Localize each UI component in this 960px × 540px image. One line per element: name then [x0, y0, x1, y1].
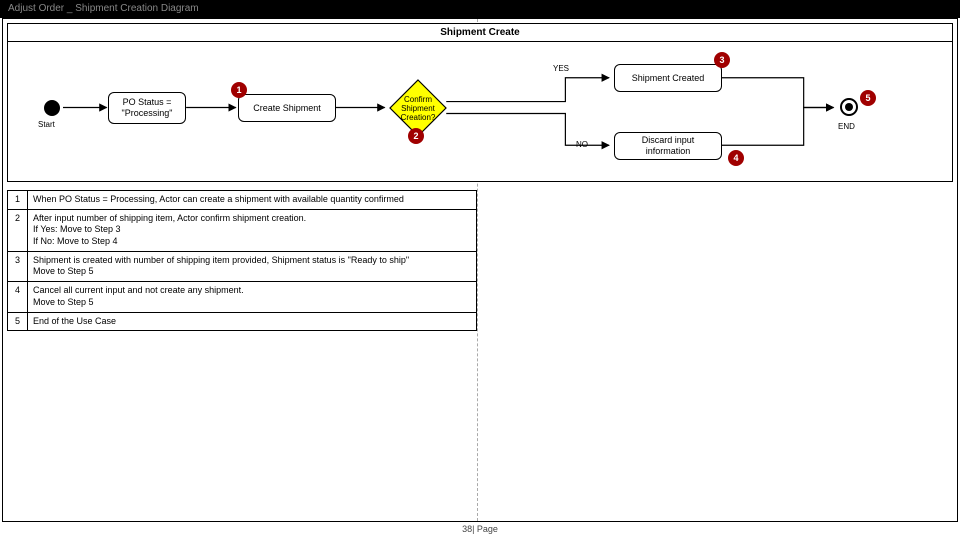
create-shipment-text: Create Shipment	[253, 103, 321, 114]
discard-text: Discard input information	[621, 135, 715, 157]
discard-node: Discard input information	[614, 132, 722, 160]
table-row: 3Shipment is created with number of ship…	[8, 251, 477, 281]
lane-header: Shipment Create	[7, 23, 953, 42]
step-text: After input number of shipping item, Act…	[28, 209, 477, 251]
step-text: End of the Use Case	[28, 312, 477, 331]
no-label: NO	[576, 140, 588, 149]
step-number: 2	[8, 209, 28, 251]
create-shipment-node: Create Shipment	[238, 94, 336, 122]
badge-5: 5	[860, 90, 876, 106]
table-row: 4Cancel all current input and not create…	[8, 282, 477, 312]
shipment-created-text: Shipment Created	[632, 73, 705, 84]
table-row: 5End of the Use Case	[8, 312, 477, 331]
table-row: 1When PO Status = Processing, Actor can …	[8, 191, 477, 210]
step-text: When PO Status = Processing, Actor can c…	[28, 191, 477, 210]
shipment-created-node: Shipment Created	[614, 64, 722, 92]
step-text: Shipment is created with number of shipp…	[28, 251, 477, 281]
footer: 38| Page	[0, 524, 960, 534]
step-number: 5	[8, 312, 28, 331]
step-number: 4	[8, 282, 28, 312]
title-bar: Adjust Order _ Shipment Creation Diagram	[0, 0, 960, 18]
end-label: END	[838, 122, 855, 131]
step-number: 3	[8, 251, 28, 281]
footer-text: 38| Page	[462, 524, 498, 534]
page-body: Shipment Create Start	[2, 18, 958, 522]
po-status-text: PO Status = "Processing"	[115, 97, 179, 119]
steps-table: 1When PO Status = Processing, Actor can …	[7, 190, 477, 331]
badge-4: 4	[728, 150, 744, 166]
page-title: Adjust Order _ Shipment Creation Diagram	[8, 3, 199, 14]
badge-2: 2	[408, 128, 424, 144]
po-status-node: PO Status = "Processing"	[108, 92, 186, 124]
end-node	[840, 98, 858, 116]
table-row: 2After input number of shipping item, Ac…	[8, 209, 477, 251]
decision-text: Confirm Shipment Creation?	[388, 96, 448, 122]
start-node	[44, 100, 60, 116]
lane-title: Shipment Create	[440, 27, 519, 38]
badge-3: 3	[714, 52, 730, 68]
badge-1: 1	[231, 82, 247, 98]
step-text: Cancel all current input and not create …	[28, 282, 477, 312]
step-number: 1	[8, 191, 28, 210]
yes-label: YES	[553, 64, 569, 73]
start-label: Start	[38, 120, 55, 129]
lane-body: Start PO Status = "Processing" Create Sh…	[7, 42, 953, 182]
